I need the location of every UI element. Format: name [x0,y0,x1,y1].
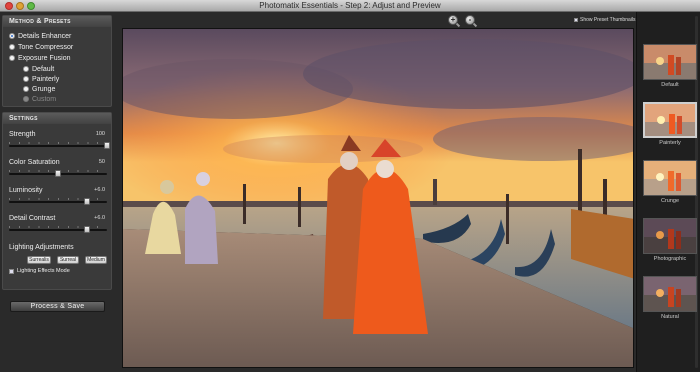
lighting-option-surreal[interactable]: Surreal [57,256,79,264]
color-saturation-value: 50 [98,159,105,165]
preview-image[interactable] [122,28,634,368]
process-and-save-button[interactable]: Process & Save [10,301,105,312]
zoom-in-button[interactable]: + [448,15,458,25]
radio-grunge[interactable] [23,86,29,92]
luminosity-slider-knob[interactable] [84,198,91,205]
detail-contrast-ticks [9,226,107,228]
title-bar: Photomatix Essentials - Step 2: Adjust a… [0,0,700,12]
radio-details-enhancer[interactable] [9,33,15,39]
method-option-details-enhancer[interactable]: Details Enhancer [9,31,71,41]
lighting-option-surrealis[interactable]: Surrealis [27,256,51,264]
luminosity-slider[interactable] [9,201,107,203]
strength-slider[interactable] [9,145,107,147]
zoom-in-icon: + [450,15,456,24]
radio-painterly[interactable] [23,76,29,82]
preset-crunge[interactable]: Crunge [643,160,697,204]
color-saturation-label: Color Saturation [9,159,60,166]
lighting-effects-mode-toggle[interactable]: Lighting Effects Mode [9,268,70,274]
fusion-option-default[interactable]: Default [23,64,54,74]
detail-contrast-value: +6.0 [94,215,105,221]
detail-contrast-slider-knob[interactable] [84,226,91,233]
luminosity-value: +6.0 [94,187,105,193]
strength-slider-knob[interactable] [104,142,110,149]
venice-carnival-photo [123,29,633,367]
radio-custom [23,96,29,102]
preset-natural[interactable]: Natural [643,276,697,320]
color-saturation-slider-knob[interactable] [55,170,61,177]
method-option-tone-compressor[interactable]: Tone Compressor [9,42,73,52]
fusion-option-grunge[interactable]: Grunge [23,84,55,94]
strength-label: Strength [9,131,36,138]
preset-thumbnails-panel: Default Painterly Crunge Photographic Na… [636,12,700,372]
show-preset-thumbnails-checkbox[interactable] [574,18,578,22]
preset-natural-thumbnail[interactable] [643,276,697,312]
detail-contrast-label: Detail Contrast [9,215,56,222]
fusion-option-painterly[interactable]: Painterly [23,74,59,84]
preview-area: + - Show Preset Thumbnails [116,12,636,372]
left-panel: Method & Presets Details Enhancer Tone C… [0,12,116,372]
preset-photographic-label: Photographic [653,256,687,262]
lighting-adjustments-title: Lighting Adjustments [9,244,74,251]
zoom-out-button[interactable]: - [465,15,475,25]
preset-default-thumbnail[interactable] [643,44,697,80]
preset-painterly-thumbnail[interactable] [643,102,697,138]
settings-header: Settings [3,113,111,124]
preset-default[interactable]: Default [643,44,697,88]
preset-crunge-label: Crunge [660,198,680,204]
method-presets-section: Method & Presets Details Enhancer Tone C… [2,15,112,107]
preset-photographic[interactable]: Photographic [643,218,697,262]
strength-ticks [9,142,107,144]
radio-exposure-fusion[interactable] [9,55,15,61]
method-presets-header: Method & Presets [3,16,111,27]
preset-crunge-thumbnail[interactable] [643,160,697,196]
lighting-option-medium[interactable]: Medium [85,256,107,264]
strength-value: 100 [95,131,105,137]
detail-contrast-slider[interactable] [9,229,107,231]
preset-default-label: Default [661,82,679,88]
preset-natural-label: Natural [661,314,679,320]
preset-painterly-label: Painterly [659,140,681,146]
lighting-effects-mode-checkbox[interactable] [9,268,14,274]
radio-tone-compressor[interactable] [9,44,15,50]
radio-default[interactable] [23,66,29,72]
luminosity-label: Luminosity [9,187,43,194]
window-title: Photomatix Essentials - Step 2: Adjust a… [259,1,441,10]
show-preset-thumbnails-toggle[interactable]: Show Preset Thumbnails [574,17,636,23]
lighting-effects-mode-label: Lighting Effects Mode [17,268,70,274]
show-preset-thumbnails-label: Show Preset Thumbnails [580,17,636,23]
settings-section: Settings Strength 100 Color Saturation 5… [2,112,112,290]
preset-painterly[interactable]: Painterly [643,102,697,146]
zoom-out-icon: - [468,15,472,24]
preset-photographic-thumbnail[interactable] [643,218,697,254]
fusion-option-custom: Custom [23,94,56,104]
luminosity-ticks [9,198,107,200]
method-option-exposure-fusion[interactable]: Exposure Fusion [9,53,71,63]
